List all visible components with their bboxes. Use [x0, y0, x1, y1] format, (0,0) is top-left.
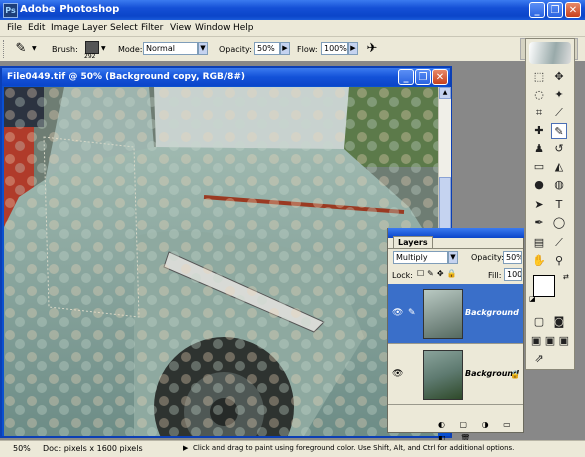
- app-restore-button[interactable]: ❐: [547, 2, 563, 18]
- opacity-input[interactable]: 50%: [254, 42, 280, 55]
- quick-mask-mode-icon[interactable]: ◙: [551, 314, 567, 330]
- menu-bar: File Edit Image Layer Select Filter View…: [0, 20, 585, 37]
- path-selection-tool-icon[interactable]: ➤: [531, 197, 547, 213]
- layers-footer-icons[interactable]: ◐ ▢ ◑ ▭ ◧ 🗑: [388, 418, 523, 443]
- swap-colors-icon[interactable]: ⇄: [563, 273, 571, 281]
- screen-mode-icons[interactable]: ▣ ▣ ▣: [529, 333, 571, 349]
- visibility-eye-icon[interactable]: 👁: [392, 308, 403, 319]
- brush-label: Brush:: [52, 45, 78, 54]
- app-title-bar: Ps Adobe Photoshop _ ❐ ✕: [0, 0, 585, 20]
- menu-filter[interactable]: Filter: [141, 23, 163, 33]
- lasso-tool-icon[interactable]: ◌: [531, 87, 547, 103]
- app-minimize-button[interactable]: _: [529, 2, 545, 18]
- doc-close-button[interactable]: ✕: [432, 69, 448, 85]
- layer-opacity-input[interactable]: 50%: [503, 251, 522, 264]
- layer-name: Background copy: [465, 308, 521, 317]
- magic-wand-tool-icon[interactable]: ✦: [551, 87, 567, 103]
- visibility-eye-icon[interactable]: 👁: [392, 369, 403, 380]
- fill-input[interactable]: 100%: [504, 268, 522, 281]
- slice-tool-icon[interactable]: ⟋: [551, 105, 567, 121]
- menu-select[interactable]: Select: [110, 23, 138, 33]
- layer-thumbnail: [423, 350, 463, 400]
- standard-mode-icon[interactable]: ▢: [531, 314, 547, 330]
- lock-icons[interactable]: ☐✎✥🔒: [417, 269, 477, 280]
- layer-opacity-label: Opacity:: [471, 253, 504, 262]
- flow-slider-arrow-icon[interactable]: ▶: [348, 42, 358, 55]
- lock-label: Lock:: [392, 271, 413, 280]
- opacity-slider-arrow-icon[interactable]: ▶: [280, 42, 290, 55]
- scroll-up-icon[interactable]: ▲: [439, 87, 451, 99]
- options-bar-grip[interactable]: [3, 40, 7, 58]
- status-bar: 50% Doc: pixels x 1600 pixels ▶ Click an…: [0, 440, 585, 457]
- blend-mode-arrow-icon[interactable]: ▼: [448, 251, 458, 264]
- brush-tool-icon[interactable]: ✎: [551, 123, 567, 139]
- healing-brush-tool-icon[interactable]: ✚: [531, 123, 547, 139]
- menu-edit[interactable]: Edit: [28, 23, 45, 33]
- blur-tool-icon[interactable]: ●: [531, 177, 547, 193]
- pen-tool-icon[interactable]: ✒: [531, 215, 547, 231]
- eraser-tool-icon[interactable]: ▭: [531, 159, 547, 175]
- menu-window[interactable]: Window: [195, 23, 231, 33]
- layer-row-background-copy[interactable]: 👁 ✎ Background copy: [388, 284, 523, 344]
- layer-row-background[interactable]: 👁 Background 🔒: [388, 345, 523, 405]
- dodge-tool-icon[interactable]: ◍: [551, 177, 567, 193]
- brush-picker-arrow-icon[interactable]: ▼: [101, 45, 106, 52]
- brush-size: 292: [84, 53, 96, 60]
- zoom-tool-icon[interactable]: ⚲: [551, 253, 567, 269]
- layer-lock-icon: 🔒: [510, 370, 520, 379]
- mode-select-arrow-icon[interactable]: ▼: [198, 42, 208, 55]
- clone-stamp-tool-icon[interactable]: ♟: [531, 141, 547, 157]
- document-title: File0449.tif @ 50% (Background copy, RGB…: [7, 72, 246, 82]
- doc-restore-button[interactable]: ❐: [415, 69, 431, 85]
- doc-minimize-button[interactable]: _: [398, 69, 414, 85]
- document-title-bar[interactable]: File0449.tif @ 50% (Background copy, RGB…: [2, 68, 450, 86]
- foreground-color-swatch[interactable]: [533, 275, 555, 297]
- brush-tool-preset-icon[interactable]: ✎: [12, 40, 30, 58]
- fill-label: Fill:: [488, 271, 502, 280]
- menu-help[interactable]: Help: [233, 23, 254, 33]
- document-info[interactable]: Doc: pixels x 1600 pixels: [43, 444, 143, 453]
- toolbox: ⬚ ✥ ◌ ✦ ⌗ ⟋ ✚ ✎ ♟ ↺ ▭ ◭ ● ◍ ➤ T ✒ ◯ ▤ ⟋ …: [525, 38, 575, 370]
- flow-label: Flow:: [297, 45, 318, 54]
- hand-tool-icon[interactable]: ✋: [531, 253, 547, 269]
- app-close-button[interactable]: ✕: [565, 2, 581, 18]
- toolbox-header-icon[interactable]: [529, 42, 571, 64]
- shape-tool-icon[interactable]: ◯: [551, 215, 567, 231]
- layer-thumbnail: [423, 289, 463, 339]
- menu-view[interactable]: View: [170, 23, 191, 33]
- options-bar: ✎ ▼ Brush: 292 ▼ Mode: Normal ▼ Opacity:…: [0, 37, 585, 62]
- brush-link-icon[interactable]: ✎: [408, 308, 419, 319]
- image-canvas[interactable]: [4, 87, 438, 436]
- photoshop-app-icon: Ps: [3, 3, 18, 18]
- palette-divider: [388, 248, 523, 249]
- eyedropper-tool-icon[interactable]: ⟋: [551, 235, 567, 251]
- mode-label: Mode:: [118, 45, 143, 54]
- flow-input[interactable]: 100%: [321, 42, 348, 55]
- menu-layer[interactable]: Layer: [82, 23, 107, 33]
- app-title: Adobe Photoshop: [20, 4, 120, 15]
- menu-file[interactable]: File: [7, 23, 22, 33]
- type-tool-icon[interactable]: T: [551, 197, 567, 213]
- jump-to-imageready-icon[interactable]: ⇗: [531, 351, 547, 367]
- truck-photo: [4, 87, 438, 436]
- opacity-label: Opacity:: [219, 45, 252, 54]
- history-brush-tool-icon[interactable]: ↺: [551, 141, 567, 157]
- airbrush-toggle-icon[interactable]: ✈: [364, 41, 380, 57]
- default-colors-icon[interactable]: ◪: [529, 295, 537, 303]
- preset-dropdown-arrow-icon[interactable]: ▼: [32, 45, 37, 52]
- marquee-tool-icon[interactable]: ⬚: [531, 69, 547, 85]
- menu-image[interactable]: Image: [51, 23, 79, 33]
- crop-tool-icon[interactable]: ⌗: [531, 105, 547, 121]
- zoom-level[interactable]: 50%: [13, 444, 31, 453]
- move-tool-icon[interactable]: ✥: [551, 69, 567, 85]
- paint-bucket-tool-icon[interactable]: ◭: [551, 159, 567, 175]
- tool-hint: Click and drag to paint using foreground…: [193, 444, 515, 452]
- mode-select[interactable]: Normal: [143, 42, 198, 55]
- notes-tool-icon[interactable]: ▤: [531, 235, 547, 251]
- blend-mode-select[interactable]: Multiply: [393, 251, 448, 264]
- status-arrow-icon[interactable]: ▶: [183, 444, 188, 452]
